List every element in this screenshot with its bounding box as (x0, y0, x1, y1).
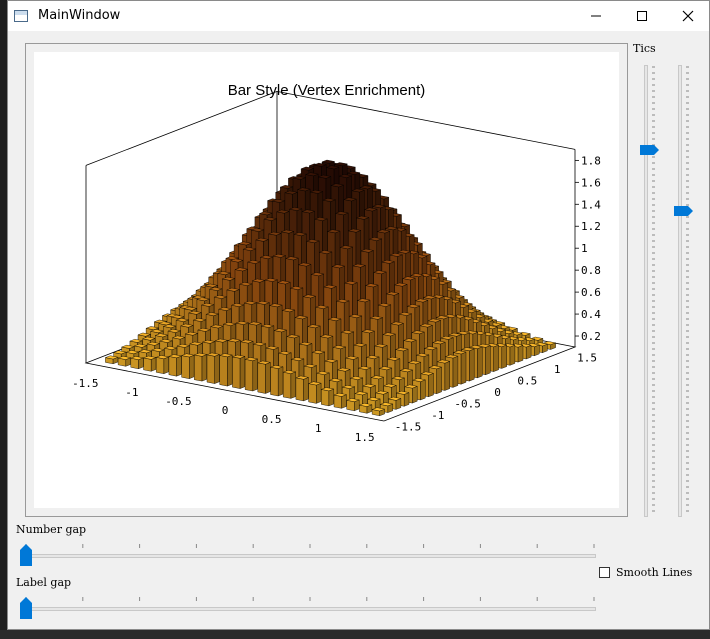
bar (130, 356, 145, 370)
main-window: MainWindow Bar Style (Vertex Enrichment)… (7, 0, 710, 630)
title-bar: MainWindow (8, 1, 709, 31)
bar (371, 407, 386, 417)
z-tick-label: 1.6 (581, 176, 601, 189)
number-gap-slider[interactable] (20, 544, 596, 570)
bar (269, 365, 284, 397)
z-tick-label: 1.4 (581, 198, 601, 211)
slider-handle[interactable] (640, 144, 660, 155)
z-tick-label: 1 (581, 242, 588, 255)
z-tick-label: 0.2 (581, 330, 601, 343)
slider-handle[interactable] (674, 206, 694, 217)
close-button[interactable] (665, 1, 710, 31)
slider-ticks (686, 66, 689, 512)
z-tick-label: 1.2 (581, 220, 601, 233)
bar (320, 387, 335, 407)
maximize-icon (637, 11, 647, 21)
minimize-button[interactable] (573, 1, 619, 31)
z-tick-label: 1.8 (581, 154, 601, 167)
bar (307, 381, 322, 404)
number-gap-label: Number gap (16, 523, 87, 536)
bar (244, 357, 259, 392)
x-tick-label: -1.5 (72, 377, 99, 390)
slider-ticks (652, 66, 655, 512)
maximize-button[interactable] (619, 1, 665, 31)
y-tick-label: -0.5 (454, 398, 481, 411)
bar (295, 375, 310, 402)
bar (193, 352, 208, 382)
bar (155, 355, 170, 374)
bar (218, 353, 233, 387)
bar (333, 392, 348, 409)
tics-label: Tics (633, 42, 656, 55)
plot-frame: Bar Style (Vertex Enrichment) 0.2 0.4 0.6 0… (25, 43, 628, 517)
z-tick-label: 0.8 (581, 264, 601, 277)
slider-handle[interactable] (20, 597, 32, 619)
bar (104, 355, 119, 365)
window-title: MainWindow (38, 8, 121, 23)
minimize-icon (591, 15, 601, 17)
bar (117, 355, 132, 367)
smooth-lines-label: Smooth Lines (616, 566, 693, 579)
z-tick-label: 0.6 (581, 286, 601, 299)
label-gap-slider[interactable] (20, 597, 596, 623)
slider-handle[interactable] (20, 544, 32, 566)
y-tick-label: -1 (431, 409, 444, 422)
y-tick-label: 0 (494, 386, 501, 399)
label-gap-label: Label gap (16, 576, 72, 589)
y-tick-label: 1 (554, 363, 561, 376)
x-tick-label: 1.5 (355, 431, 375, 444)
x-tick-label: 0.5 (262, 413, 282, 426)
tics-slider-2[interactable] (674, 65, 694, 517)
bar (180, 353, 195, 379)
z-tick-label: 0.4 (581, 308, 601, 321)
bar (257, 360, 272, 394)
y-tick-label: 1.5 (577, 351, 597, 364)
slider-ticks (25, 544, 595, 548)
bar (345, 398, 360, 412)
checkbox-box[interactable] (599, 567, 610, 578)
x-tick-label: 0 (222, 404, 229, 417)
tics-slider-1[interactable] (640, 65, 660, 517)
x-tick-label: -1 (125, 386, 138, 399)
surface-plot: 0.2 0.4 0.6 0.8 1 1.2 1.4 1.6 1.8 -1.5 -1 -0.5 0 0.5 1… (72, 90, 601, 444)
y-tick-label: -1.5 (395, 421, 422, 434)
slider-ticks (25, 597, 595, 601)
bar (142, 355, 157, 372)
y-tick-label: 0.5 (517, 374, 537, 387)
bar (231, 354, 246, 389)
app-icon (14, 10, 28, 22)
taskbar (0, 630, 710, 639)
bar (358, 402, 373, 414)
x-tick-label: 1 (315, 422, 322, 435)
bar (282, 370, 297, 399)
close-icon (682, 10, 694, 22)
bar (206, 352, 221, 384)
bar-group (104, 159, 557, 417)
bar (168, 354, 183, 377)
x-tick-label: -0.5 (165, 395, 192, 408)
plot-canvas[interactable]: Bar Style (Vertex Enrichment) 0.2 0.4 0.6 0… (34, 52, 619, 508)
